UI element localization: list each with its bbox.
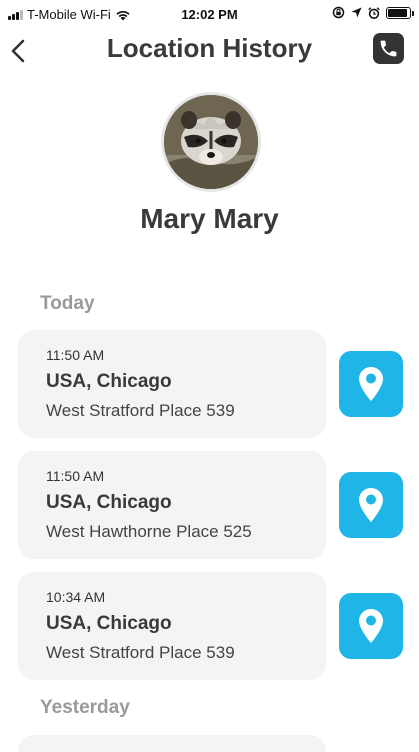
- status-bar-left: T-Mobile Wi-Fi: [8, 7, 131, 22]
- carrier-label: T-Mobile Wi-Fi: [27, 7, 111, 22]
- location-street: West Stratford Place 539: [46, 643, 235, 662]
- raccoon-avatar-image: [164, 95, 258, 189]
- show-on-map-button[interactable]: [339, 472, 403, 538]
- signal-icon: [8, 9, 23, 20]
- rotation-lock-icon: [332, 6, 345, 19]
- location-arrow-icon: [351, 7, 362, 18]
- location-pin-icon: [359, 609, 383, 643]
- location-city: USA, Chicago: [46, 371, 172, 392]
- location-time: 11:50 AM: [46, 347, 105, 363]
- location-card[interactable]: 11:50 AM USA, Chicago West Stratford Pla…: [18, 330, 326, 438]
- nav-header: Location History: [0, 30, 419, 70]
- location-time: 10:34 AM: [46, 589, 106, 605]
- show-on-map-button[interactable]: [339, 351, 403, 417]
- status-bar: T-Mobile Wi-Fi 12:02 PM: [0, 0, 419, 28]
- back-chevron-icon: [11, 39, 25, 63]
- location-street: West Hawthorne Place 525: [46, 522, 252, 541]
- battery-icon: [386, 6, 414, 19]
- location-pin-icon: [359, 367, 383, 401]
- contact-name: Mary Mary: [140, 203, 279, 234]
- page-title: Location History: [106, 33, 313, 63]
- avatar: [161, 92, 261, 192]
- location-card[interactable]: 10:34 AM USA, Chicago West Stratford Pla…: [18, 572, 326, 680]
- location-time: 11:50 AM: [46, 468, 105, 484]
- section-label-today: Today: [40, 293, 95, 314]
- status-bar-right: [332, 6, 414, 19]
- location-street: West Stratford Place 539: [46, 401, 235, 420]
- location-city: USA, Chicago: [46, 492, 172, 513]
- location-city: USA, Chicago: [46, 613, 172, 634]
- call-button[interactable]: [373, 33, 404, 64]
- back-button[interactable]: [6, 32, 36, 68]
- show-on-map-button[interactable]: [339, 593, 403, 659]
- wifi-icon: [116, 10, 130, 20]
- location-pin-icon: [359, 488, 383, 522]
- location-card-partial[interactable]: [18, 735, 326, 752]
- phone-icon: [380, 40, 397, 57]
- section-label-yesterday: Yesterday: [40, 697, 130, 718]
- location-card[interactable]: 11:50 AM USA, Chicago West Hawthorne Pla…: [18, 451, 326, 559]
- alarm-icon: [368, 6, 380, 19]
